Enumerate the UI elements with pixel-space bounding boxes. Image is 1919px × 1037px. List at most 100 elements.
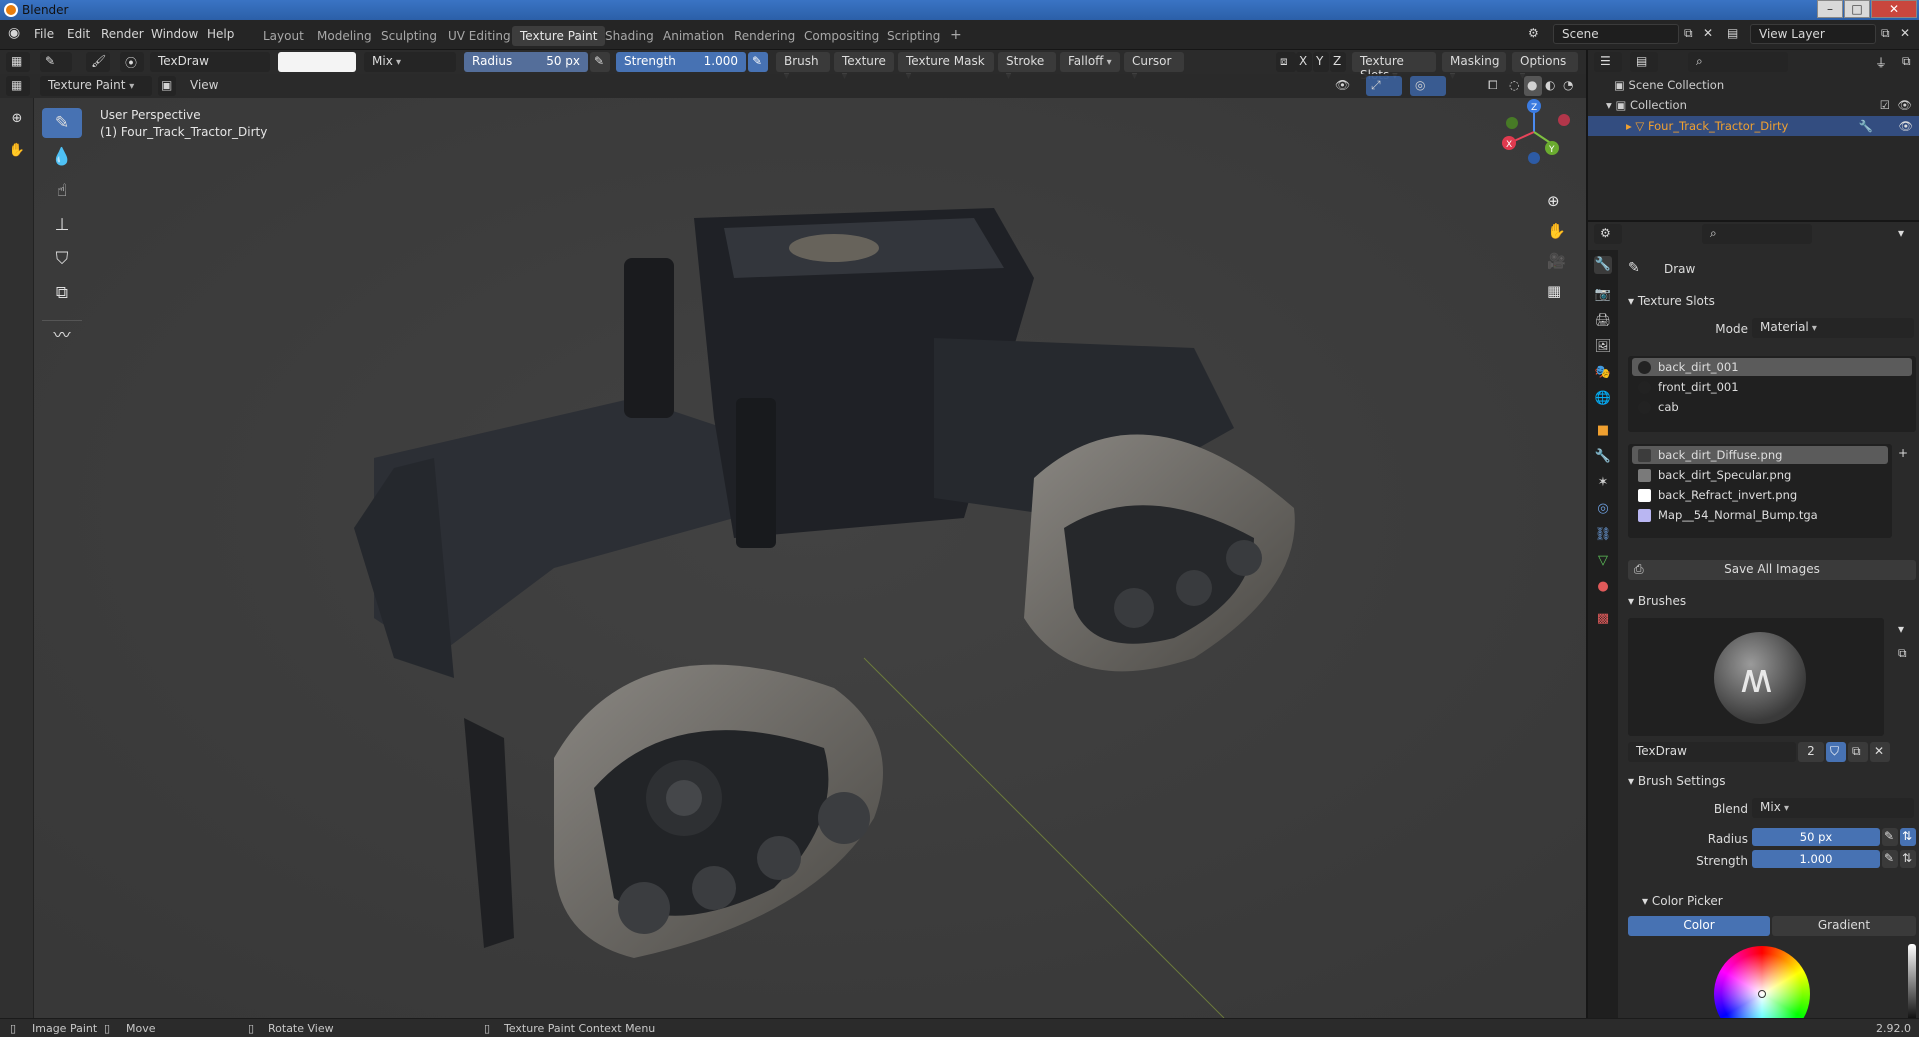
radius-pressure-icon[interactable]: ✎ (1882, 828, 1898, 846)
annotate-tool-icon[interactable]: 〰 (42, 320, 82, 350)
mirror-y-toggle[interactable]: Y (1313, 52, 1329, 72)
color-wheel-cursor[interactable] (1758, 990, 1766, 998)
menu-help[interactable]: Help (207, 27, 234, 41)
brush-settings-panel-header[interactable]: ▾ Brush Settings (1628, 774, 1726, 788)
render-tab-icon[interactable]: 📷 (1594, 286, 1612, 304)
3d-viewport[interactable]: Z X Y User Perspective (1) Four_Track_Tr… (34, 98, 1586, 1018)
physics-tab-icon[interactable]: ◎ (1594, 500, 1612, 518)
menu-window[interactable]: Window (151, 27, 198, 41)
brush-users-count[interactable]: 2 (1798, 742, 1824, 762)
list-item[interactable]: cab (1632, 398, 1912, 416)
constraints-tab-icon[interactable]: ⛓ (1594, 526, 1612, 544)
modifiers-tab-icon[interactable]: 🔧 (1594, 448, 1612, 466)
texture-mask-menu[interactable]: Texture Mask (898, 52, 994, 72)
output-tab-icon[interactable]: 🖨 (1594, 312, 1612, 330)
collection-visibility-icon[interactable]: 👁 (1897, 98, 1912, 112)
falloff-menu[interactable]: Falloff (1060, 52, 1120, 72)
view-icon[interactable]: ⊕ (2, 104, 32, 134)
draw-tool-icon[interactable]: ✎ (42, 108, 82, 138)
mirror-x-toggle[interactable]: X (1296, 52, 1312, 72)
blender-menu-icon[interactable]: ◉ (8, 25, 20, 41)
texture-menu[interactable]: Texture (834, 52, 894, 72)
blend-mode-dropdown[interactable]: Mix (364, 52, 456, 72)
brush-name-field[interactable]: TexDraw (150, 52, 270, 72)
scene-collection-row[interactable]: ▣ Scene Collection (1614, 78, 1724, 92)
duplicate-brush-icon[interactable]: ⧉ (1848, 742, 1868, 762)
list-item[interactable]: front_dirt_001 (1632, 378, 1912, 396)
radius-slider[interactable]: Radius 50 px (464, 52, 588, 72)
tab-scripting[interactable]: Scripting (879, 26, 948, 46)
add-image-icon[interactable]: + (1898, 446, 1908, 460)
hand-pan-icon[interactable]: ✋ (1547, 222, 1566, 240)
fake-user-icon[interactable]: ⛉ (1826, 742, 1846, 762)
filter-icon[interactable]: ⏚ (1870, 52, 1894, 72)
brushes-panel-header[interactable]: ▾ Brushes (1628, 594, 1686, 608)
properties-editor-icon[interactable]: ⚙ (1594, 224, 1622, 244)
strength-unit-icon[interactable]: ⇅ (1900, 850, 1916, 868)
world-tab-icon[interactable]: 🌐 (1594, 390, 1612, 408)
gradient-tab[interactable]: Gradient (1772, 916, 1916, 936)
object-visibility-icon[interactable]: 👁 (1898, 119, 1913, 133)
tab-layout[interactable]: Layout (255, 26, 312, 46)
brush-menu[interactable]: Brush (776, 52, 830, 72)
value-slider[interactable] (1908, 944, 1916, 1024)
paint-brush-icon[interactable]: 🖌 (86, 52, 110, 72)
brush-browse-icon[interactable]: ▾ (1898, 622, 1904, 636)
symmetry-icon[interactable]: ⧈ (1276, 52, 1296, 72)
strength-slider[interactable]: Strength 1.000 (616, 52, 746, 72)
pan-icon[interactable]: ✋ (2, 136, 32, 166)
list-item[interactable]: back_Refract_invert.png (1632, 486, 1888, 504)
wireframe-shading-icon[interactable]: ◌ (1506, 76, 1524, 96)
texture-tab-icon[interactable]: ▩ (1594, 610, 1612, 628)
tab-modeling[interactable]: Modeling (309, 26, 380, 46)
view-layer-tab-icon[interactable]: 🖼 (1594, 338, 1612, 356)
masking-menu[interactable]: Masking (1442, 52, 1506, 72)
tool-tab-icon[interactable]: 🔧 (1594, 256, 1612, 274)
new-view-layer-icon[interactable]: ⧉ (1881, 26, 1890, 41)
view-layer-field[interactable]: View Layer (1750, 24, 1876, 44)
brush-preview[interactable]: ʍ (1628, 618, 1884, 736)
strength-pressure-icon[interactable]: ✎ (1882, 850, 1898, 868)
tab-sculpting[interactable]: Sculpting (373, 26, 445, 46)
strength-slider[interactable]: 1.000 (1752, 850, 1880, 868)
solid-shading-icon[interactable]: ● (1524, 76, 1542, 96)
particles-tab-icon[interactable]: ✶ (1594, 474, 1612, 492)
tab-texture-paint[interactable]: Texture Paint (512, 26, 606, 46)
overlay-icon[interactable]: ◎ (1410, 76, 1446, 96)
mode-dropdown[interactable]: Texture Paint (40, 76, 152, 96)
zoom-icon[interactable]: ⊕ (1547, 192, 1560, 210)
soften-tool-icon[interactable]: 💧 (42, 142, 82, 172)
perspective-toggle-icon[interactable]: ▦ (1547, 282, 1561, 300)
options-menu[interactable]: Options (1512, 52, 1578, 72)
list-item[interactable]: back_dirt_001 (1632, 358, 1912, 376)
clone-tool-icon[interactable]: ⊥ (42, 210, 82, 240)
delete-view-layer-icon[interactable]: ✕ (1900, 26, 1910, 40)
outliner-search-input[interactable]: ⌕ (1688, 52, 1788, 72)
object-tab-icon[interactable]: ■ (1594, 422, 1612, 440)
modifier-icon[interactable]: 🔧 (1859, 119, 1873, 133)
brush-image-icon[interactable]: ⧉ (1898, 646, 1907, 661)
tab-compositing[interactable]: Compositing (796, 26, 887, 46)
scene-tab-icon[interactable]: 🎭 (1594, 364, 1612, 382)
close-button[interactable]: ✕ (1871, 0, 1917, 18)
add-workspace-icon[interactable]: + (942, 24, 970, 44)
delete-scene-icon[interactable]: ✕ (1703, 26, 1713, 40)
gizmo-icon[interactable]: ⤢ (1366, 76, 1402, 96)
list-item[interactable]: back_dirt_Specular.png (1632, 466, 1888, 484)
radius-slider[interactable]: 50 px (1752, 828, 1880, 846)
mask-toggle-icon[interactable]: ▣ (158, 76, 176, 96)
smear-tool-icon[interactable]: ☝ (42, 176, 82, 206)
tab-rendering[interactable]: Rendering (726, 26, 803, 46)
camera-icon[interactable]: 🎥 (1547, 252, 1566, 270)
maximize-button[interactable]: □ (1844, 0, 1870, 18)
scene-selector-icon[interactable]: ⚙ (1528, 26, 1539, 40)
collection-row[interactable]: ▾ ▣ Collection ☑ 👁 (1606, 98, 1916, 112)
new-scene-icon[interactable]: ⧉ (1684, 26, 1693, 41)
menu-render[interactable]: Render (101, 27, 144, 41)
blend-dropdown[interactable]: Mix (1752, 798, 1914, 818)
new-collection-icon[interactable]: ⧉ (1898, 52, 1918, 72)
mirror-z-toggle[interactable]: Z (1330, 52, 1346, 72)
color-picker-panel-header[interactable]: ▾ Color Picker (1642, 894, 1723, 908)
color-tab[interactable]: Color (1628, 916, 1770, 936)
fill-tool-icon[interactable]: ⛉ (42, 244, 82, 274)
